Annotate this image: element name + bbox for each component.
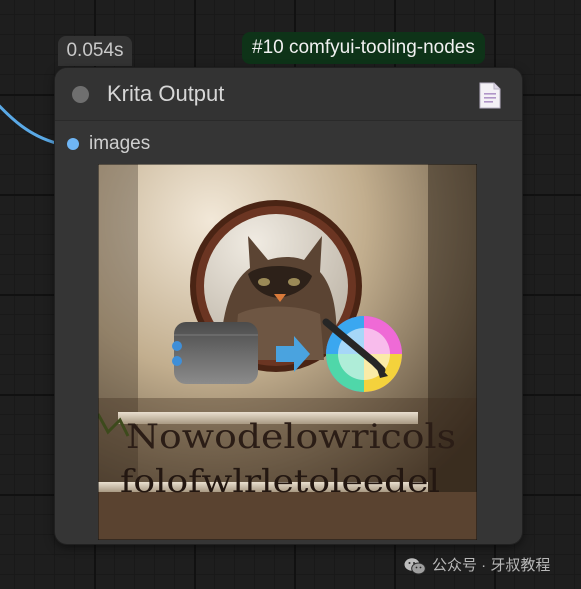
wechat-icon [404, 558, 426, 575]
images-input-slot[interactable] [67, 138, 79, 150]
collapse-toggle[interactable] [72, 86, 89, 103]
wechat-watermark: 公众号 · 牙叔教程 [404, 553, 550, 579]
image-text-line-1: Nowodelowricols [126, 417, 456, 457]
node-title: Krita Output [107, 81, 225, 106]
graph-canvas[interactable]: 0.054s #10 comfyui-tooling-nodes Krita O… [0, 0, 581, 589]
execution-time-label: 0.054s [58, 36, 132, 66]
watermark-text: 公众号 · 牙叔教程 [432, 557, 551, 575]
document-icon[interactable] [479, 82, 501, 109]
node-header[interactable]: Krita Output [55, 68, 522, 121]
image-text-line-2: folofwlrletoleedel [120, 462, 440, 500]
output-image-preview[interactable]: Nowodelowricols folofwlrletoleedel [98, 164, 477, 540]
node-id-badge: #10 comfyui-tooling-nodes [242, 32, 485, 64]
krita-output-node[interactable]: Krita Output images Nowodelowricols folo… [55, 68, 522, 544]
images-input-label: images [89, 133, 151, 154]
